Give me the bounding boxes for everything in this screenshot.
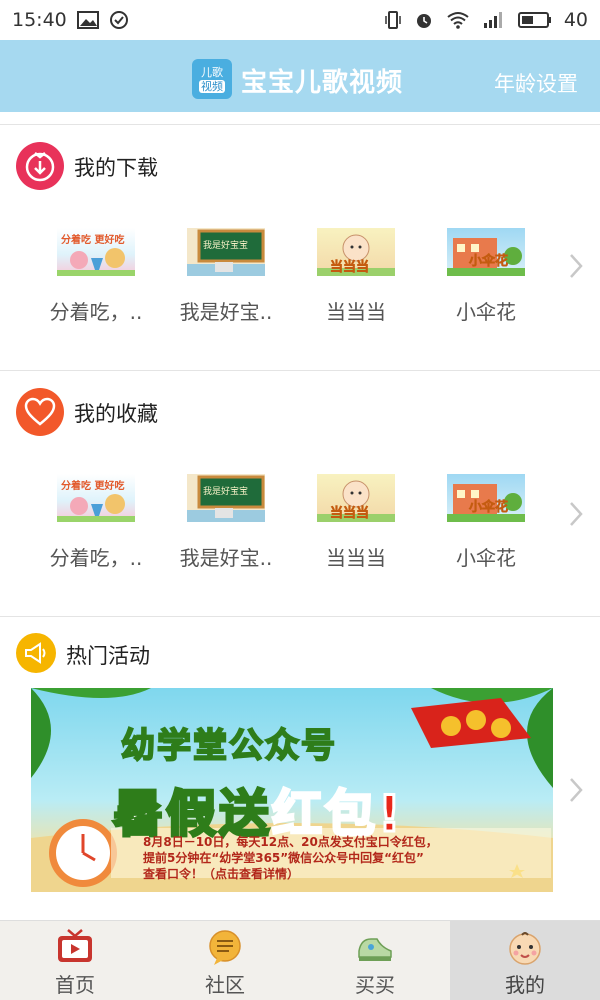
chat-bubble-icon [205, 927, 245, 967]
logo-text-bottom: 视频 [199, 79, 225, 93]
thumbnail-caption: 分着吃 更好吃 [61, 481, 125, 492]
video-title: 当当当 [326, 546, 386, 570]
chevron-right-icon[interactable] [568, 776, 584, 812]
status-bar: 15:40 40 [0, 0, 600, 40]
thumbnail-caption: 当当当 [330, 260, 370, 276]
app-header: 儿歌 视频 宝宝儿歌视频 年龄设置 [0, 40, 600, 112]
thumbnail-caption: 小伞花 [469, 500, 509, 516]
video-title: 分着吃，.. [49, 300, 143, 324]
tab-mine[interactable]: 我的 [450, 921, 600, 1000]
banner-detail-line: 提前5分钟在“幼学堂365”微信公众号中回复“红包” [143, 851, 424, 865]
video-thumbnail: 我是好宝宝 [187, 474, 265, 522]
tab-label: 首页 [55, 973, 95, 997]
video-title: 小伞花 [456, 546, 516, 570]
tab-home[interactable]: 首页 [0, 921, 150, 1000]
status-time: 15:40 [12, 9, 67, 31]
wifi-icon [446, 11, 470, 29]
thumbnail-caption: 分着吃 更好吃 [61, 235, 125, 246]
battery-icon [517, 11, 552, 29]
video-thumbnail: 小伞花 [447, 228, 525, 276]
age-setting-button[interactable]: 年龄设置 [494, 68, 578, 98]
shoe-icon [355, 927, 395, 967]
video-thumbnail: 小伞花 [447, 474, 525, 522]
tab-label: 我的 [505, 973, 545, 997]
activities-title: 热门活动 [66, 644, 150, 668]
banner-detail-line: 查看口令！（点击查看详情） [143, 867, 300, 881]
tab-label: 买买 [355, 973, 395, 997]
video-thumbnail: 当当当 [317, 228, 395, 276]
video-title: 我是好宝.. [179, 300, 273, 324]
downloads-title: 我的下载 [74, 156, 158, 180]
video-title: 当当当 [326, 300, 386, 324]
video-thumbnail: 分着吃 更好吃 [57, 228, 135, 276]
favorites-title: 我的收藏 [74, 402, 158, 426]
divider [0, 370, 600, 371]
divider [0, 616, 600, 617]
video-thumbnail: 分着吃 更好吃 [57, 474, 135, 522]
heart-icon [16, 388, 64, 436]
check-circle-icon [109, 10, 129, 30]
activity-banner[interactable]: 幼学堂公众号 暑假送红包! 8月8日－10日，每天12点、20点发支付宝口令红包… [31, 688, 553, 892]
tab-label: 社区 [205, 973, 245, 997]
image-icon [76, 11, 99, 29]
tab-community[interactable]: 社区 [150, 921, 300, 1000]
app-logo: 儿歌 视频 [192, 59, 232, 99]
thumbnail-caption: 当当当 [330, 506, 370, 522]
logo-text-top: 儿歌 [201, 65, 223, 79]
banner-headline: 幼学堂公众号 [120, 725, 337, 767]
battery-level: 40 [563, 9, 588, 31]
signal-icon [482, 11, 506, 29]
video-title: 我是好宝.. [179, 546, 273, 570]
video-title: 分着吃，.. [49, 546, 143, 570]
banner-detail-line: 8月8日－10日，每天12点、20点发支付宝口令红包， [143, 835, 438, 849]
megaphone-icon [16, 633, 56, 673]
divider [0, 124, 600, 125]
video-thumbnail: 当当当 [317, 474, 395, 522]
chevron-right-icon[interactable] [568, 252, 584, 288]
download-icon [16, 142, 64, 190]
baby-face-icon [505, 927, 545, 967]
tab-shop[interactable]: 买买 [300, 921, 450, 1000]
thumbnail-caption: 我是好宝宝 [203, 487, 249, 497]
thumbnail-caption: 小伞花 [469, 254, 509, 270]
app-title: 宝宝儿歌视频 [241, 68, 404, 98]
vibrate-icon [384, 10, 402, 30]
video-title: 小伞花 [456, 300, 516, 324]
thumbnail-caption: 我是好宝宝 [203, 241, 249, 251]
bottom-tab-bar: 首页 社区 买买 我的 [0, 920, 600, 1000]
video-thumbnail: 我是好宝宝 [187, 228, 265, 276]
alarm-icon [414, 10, 434, 30]
tv-icon [55, 927, 95, 967]
chevron-right-icon[interactable] [568, 500, 584, 536]
